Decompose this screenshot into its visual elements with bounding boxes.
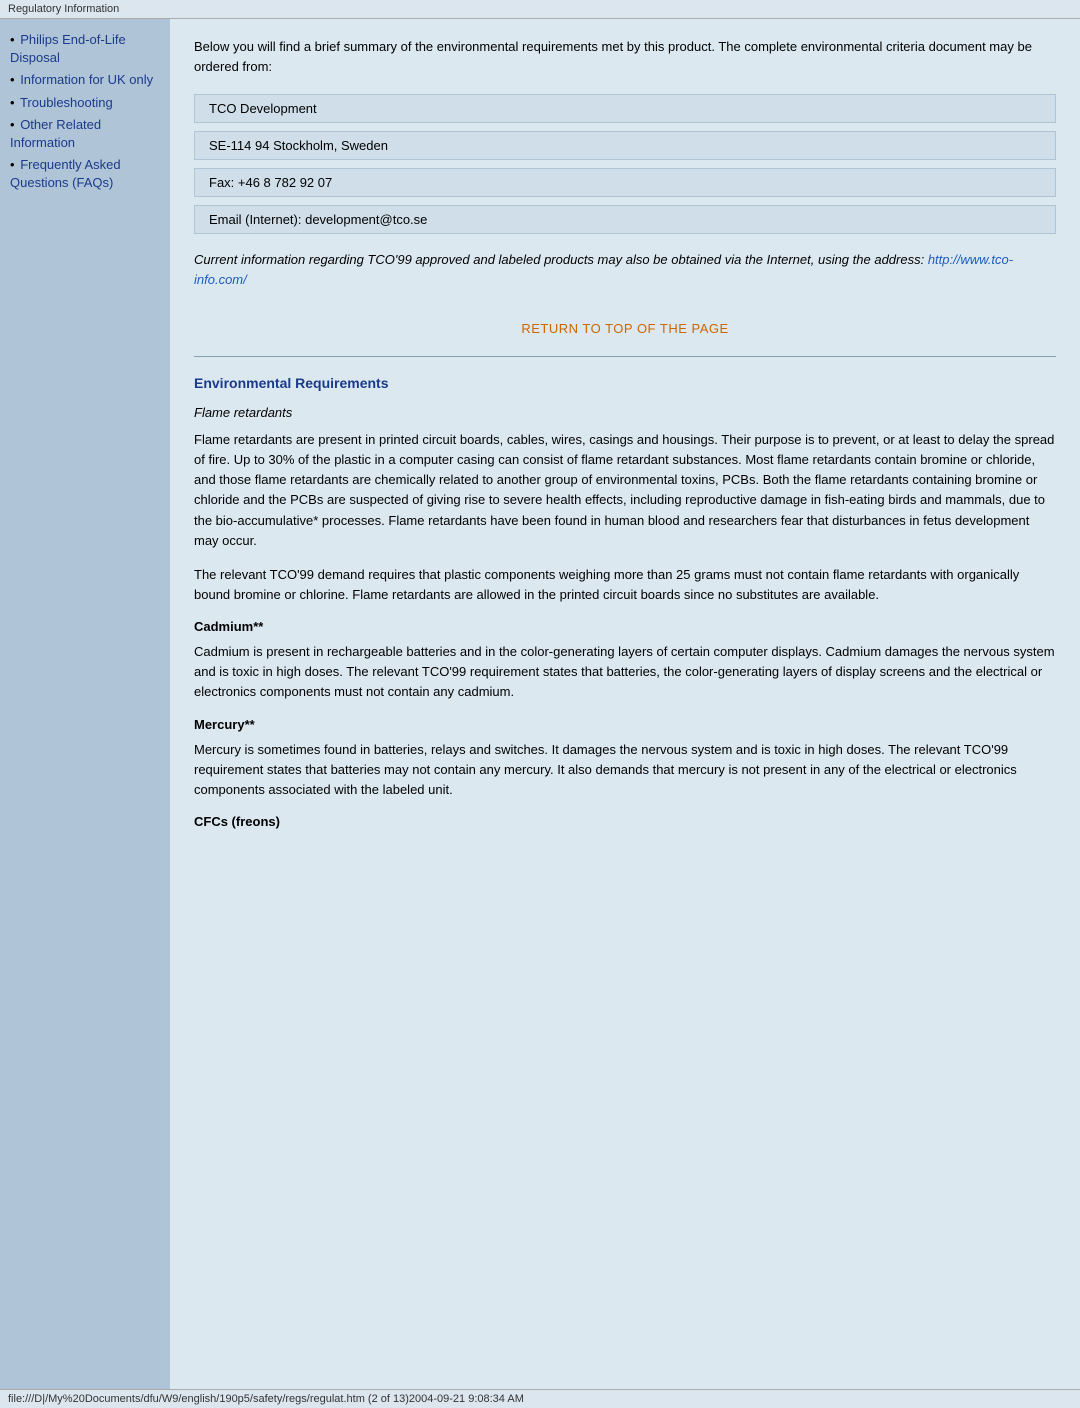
mercury-paragraph-1: Mercury is sometimes found in batteries,… (194, 740, 1056, 800)
sidebar-item-troubleshooting: • Troubleshooting (10, 94, 160, 112)
bullet-troubleshooting: • (10, 95, 15, 110)
sidebar-link-troubleshooting[interactable]: Troubleshooting (20, 95, 113, 110)
sidebar-link-uk[interactable]: Information for UK only (20, 72, 153, 87)
intro-text: Below you will find a brief summary of t… (194, 37, 1056, 76)
sidebar-item-philips: • Philips End-of-Life Disposal (10, 31, 160, 67)
contact-email: Email (Internet): development@tco.se (194, 205, 1056, 234)
status-bar: file:///D|/My%20Documents/dfu/W9/english… (0, 1389, 1080, 1408)
return-to-top: RETURN TO TOP OF THE PAGE (194, 321, 1056, 336)
subsection-mercury-title: Mercury** (194, 717, 1056, 732)
contact-line-2: SE-114 94 Stockholm, Sweden (209, 138, 388, 153)
return-to-top-link[interactable]: RETURN TO TOP OF THE PAGE (521, 321, 728, 336)
subsection-cfcs-title: CFCs (freons) (194, 814, 1056, 829)
sidebar-item-faqs: • Frequently Asked Questions (FAQs) (10, 156, 160, 192)
status-bar-label: file:///D|/My%20Documents/dfu/W9/english… (8, 1393, 524, 1405)
top-bar-label: Regulatory Information (8, 3, 119, 15)
sidebar-link-other[interactable]: Other Related Information (10, 117, 101, 150)
subsection-cadmium-title: Cadmium** (194, 619, 1056, 634)
contact-line-1: TCO Development (209, 101, 317, 116)
bullet-uk: • (10, 72, 15, 87)
subsection-flame-title: Flame retardants (194, 405, 1056, 420)
main-content: Below you will find a brief summary of t… (170, 19, 1080, 1389)
contact-address: SE-114 94 Stockholm, Sweden (194, 131, 1056, 160)
contact-line-4: Email (Internet): development@tco.se (209, 212, 427, 227)
italic-note: Current information regarding TCO'99 app… (194, 250, 1056, 289)
sidebar-link-faqs[interactable]: Frequently Asked Questions (FAQs) (10, 157, 121, 190)
cadmium-paragraph-1: Cadmium is present in rechargeable batte… (194, 642, 1056, 702)
section-divider (194, 356, 1056, 357)
bullet-other: • (10, 117, 15, 132)
sidebar-item-other: • Other Related Information (10, 116, 160, 152)
bullet-faqs: • (10, 157, 15, 172)
sidebar-item-uk: • Information for UK only (10, 71, 160, 89)
bullet-philips: • (10, 32, 15, 47)
sidebar: • Philips End-of-Life Disposal • Informa… (0, 19, 170, 1389)
italic-note-text: Current information regarding TCO'99 app… (194, 252, 928, 267)
sidebar-link-philips[interactable]: Philips End-of-Life Disposal (10, 32, 126, 65)
sidebar-nav: • Philips End-of-Life Disposal • Informa… (10, 31, 160, 193)
top-bar: Regulatory Information (0, 0, 1080, 19)
flame-paragraph-1: Flame retardants are present in printed … (194, 430, 1056, 551)
contact-line-3: Fax: +46 8 782 92 07 (209, 175, 332, 190)
contact-fax: Fax: +46 8 782 92 07 (194, 168, 1056, 197)
contact-tco-development: TCO Development (194, 94, 1056, 123)
section-title: Environmental Requirements (194, 375, 1056, 391)
flame-paragraph-2: The relevant TCO'99 demand requires that… (194, 565, 1056, 605)
